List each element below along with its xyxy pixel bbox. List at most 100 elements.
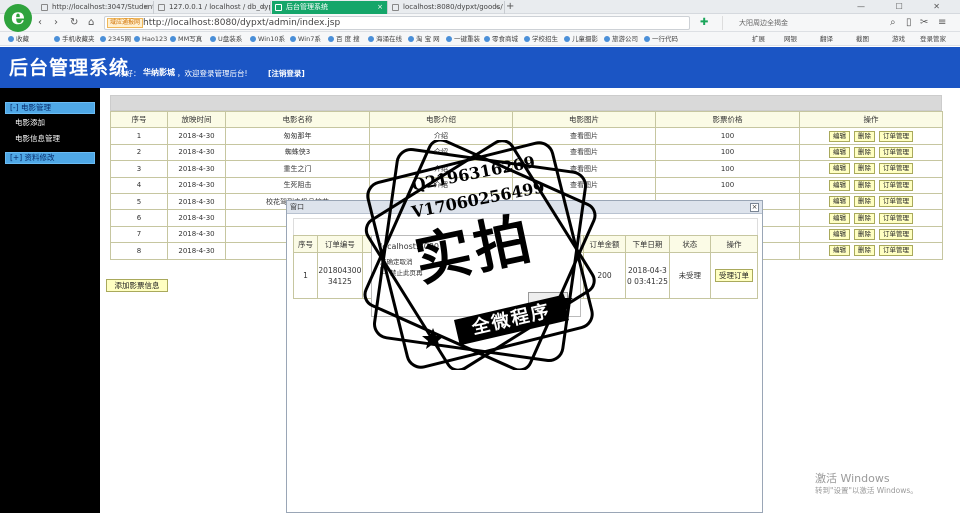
bookmark-item[interactable]: 收藏 — [8, 32, 29, 45]
col-header: 序号 — [292, 235, 319, 253]
browser-tab-bar: http://localhost:3047/StudentX × 127.0.0.… — [0, 0, 960, 14]
bookmark-item[interactable]: Hao123 — [134, 32, 167, 45]
browser-tab-4[interactable]: localhost:8080/dypxt/goods/× — [389, 1, 505, 14]
close-icon[interactable]: × — [750, 203, 759, 212]
order-manage-button[interactable]: 订单管理 — [879, 212, 913, 224]
toolbar-screenshot[interactable]: 截图 — [856, 32, 869, 45]
order-status: 未受理 — [668, 252, 711, 299]
close-icon[interactable]: × — [377, 1, 383, 14]
table-header-row: 序号 放映时间 电影名称 电影介绍 电影图片 影票价格 操作 — [110, 110, 943, 129]
phone-icon[interactable]: ▯ — [906, 16, 912, 30]
bookmark-item[interactable]: Win10系 — [250, 32, 285, 45]
close-icon[interactable]: × — [143, 1, 149, 14]
bookmark-item[interactable]: 淘 宝 网 — [408, 32, 440, 45]
row-id: 3 — [110, 160, 168, 178]
bookmark-item[interactable]: 零食商城 — [484, 32, 518, 45]
window-controls[interactable]: — ☐ ✕ — [857, 0, 954, 14]
browser-tab-2[interactable]: 127.0.0.1 / localhost / db_dypx × — [155, 1, 271, 14]
logout-link[interactable]: [注销登录] — [268, 68, 305, 79]
row-movie-name: 蜘蛛侠3 — [225, 143, 370, 162]
page-icon — [275, 4, 282, 11]
edit-button[interactable]: 编辑 — [829, 146, 850, 158]
order-manage-button[interactable]: 订单管理 — [879, 163, 913, 175]
search-input[interactable]: 大阳周边全揭金 — [722, 16, 890, 30]
url-input[interactable]: 域应通报网 http://localhost:8080/dypxt/admin/… — [104, 16, 690, 30]
search-icon[interactable]: ⌕ — [890, 16, 896, 30]
row-time: 2018-4-30 — [167, 176, 226, 194]
row-id: 4 — [110, 176, 168, 194]
toolbar-login[interactable]: 登录管家 — [920, 32, 946, 45]
back-icon[interactable]: ‹ — [38, 16, 42, 30]
browser-tab-1[interactable]: http://localhost:3047/StudentX × — [38, 1, 154, 14]
close-icon[interactable]: × — [260, 1, 266, 14]
col-header: 订单金额 — [582, 235, 627, 253]
menu-group-movie[interactable]: [-] 电影管理 — [5, 102, 95, 114]
row-price: 100 — [655, 160, 800, 178]
bookmark-item[interactable]: MM写真 — [170, 32, 202, 45]
delete-button[interactable]: 删除 — [854, 130, 875, 142]
edit-button[interactable]: 编辑 — [829, 245, 850, 257]
edit-button[interactable]: 编辑 — [829, 163, 850, 175]
plus-icon[interactable]: ✚ — [700, 16, 708, 30]
delete-button[interactable]: 删除 — [854, 228, 875, 240]
bookmark-item[interactable]: 儿童摄影 — [564, 32, 598, 45]
row-time: 2018-4-30 — [167, 127, 226, 145]
close-icon[interactable]: × — [494, 1, 500, 14]
col-header: 影票价格 — [655, 110, 800, 129]
page-icon — [41, 4, 48, 11]
order-date: 2018-04-30 03:41:25 — [625, 252, 670, 299]
reload-icon[interactable]: ↻ — [70, 16, 78, 30]
accept-order-button[interactable]: 受理订单 — [714, 269, 753, 282]
order-manage-button[interactable]: 订单管理 — [879, 196, 913, 208]
url-badge[interactable]: 域应通报网 — [107, 18, 144, 28]
bookmark-item[interactable]: 学校招生 — [524, 32, 558, 45]
order-manage-button[interactable]: 订单管理 — [879, 146, 913, 158]
row-id: 1 — [110, 127, 168, 145]
forward-icon[interactable]: › — [54, 16, 58, 30]
menu-icon[interactable]: ≡ — [938, 16, 946, 30]
toolbar-extension[interactable]: 扩展 — [752, 32, 765, 45]
row-actions: 编辑 删除 订单管理 — [799, 209, 943, 227]
confirm-checkbox[interactable] — [380, 267, 387, 274]
delete-button[interactable]: 删除 — [854, 212, 875, 224]
menu-item-movie-info[interactable]: 电影信息管理 — [15, 134, 60, 144]
menu-item-add-movie[interactable]: 电影添加 — [15, 118, 45, 128]
home-icon[interactable]: ⌂ — [88, 16, 94, 30]
delete-button[interactable]: 删除 — [854, 146, 875, 158]
bookmark-item[interactable]: 一键重装 — [446, 32, 480, 45]
edit-button[interactable]: 编辑 — [829, 179, 850, 191]
bookmark-item[interactable]: 一行代码 — [644, 32, 678, 45]
bookmark-item[interactable]: 海涌在线 — [368, 32, 402, 45]
order-manage-button[interactable]: 订单管理 — [879, 179, 913, 191]
edit-button[interactable]: 编辑 — [829, 212, 850, 224]
edit-button[interactable]: 编辑 — [829, 228, 850, 240]
bookmark-item[interactable]: 百 度 搜 — [328, 32, 360, 45]
order-manage-button[interactable]: 订单管理 — [879, 228, 913, 240]
delete-button[interactable]: 删除 — [854, 196, 875, 208]
menu-group-profile[interactable]: [+] 资料修改 — [5, 152, 95, 164]
url-text: http://localhost:8080/dypxt/admin/index.… — [143, 18, 341, 28]
bookmark-item[interactable]: Win7系 — [290, 32, 321, 45]
delete-button[interactable]: 删除 — [854, 245, 875, 257]
bookmark-item[interactable]: U盘装系 — [210, 32, 242, 45]
bookmark-item[interactable]: 2345网 — [100, 32, 131, 45]
cut-icon[interactable]: ✂ — [920, 16, 928, 30]
bookmark-item[interactable]: 手机收藏夹 — [54, 32, 95, 45]
order-manage-button[interactable]: 订单管理 — [879, 130, 913, 142]
row-intro[interactable]: 介绍 — [369, 143, 513, 162]
row-intro[interactable]: 介绍 — [369, 127, 513, 145]
row-actions: 编辑 删除 订单管理 — [799, 127, 943, 145]
row-image[interactable]: 查看图片 — [512, 127, 656, 145]
toolbar-translate[interactable]: 翻译 — [820, 32, 833, 45]
delete-button[interactable]: 删除 — [854, 179, 875, 191]
delete-button[interactable]: 删除 — [854, 163, 875, 175]
toolbar-game[interactable]: 游戏 — [892, 32, 905, 45]
toolbar-bank[interactable]: 网银 — [784, 32, 797, 45]
new-tab-button[interactable]: + — [506, 0, 514, 14]
order-manage-button[interactable]: 订单管理 — [879, 245, 913, 257]
edit-button[interactable]: 编辑 — [829, 196, 850, 208]
edit-button[interactable]: 编辑 — [829, 130, 850, 142]
browser-tab-3-active[interactable]: 后台管理系统 × — [272, 1, 388, 14]
add-movie-button[interactable]: 添加影票信息 — [106, 279, 168, 292]
bookmark-item[interactable]: 旅游公司 — [604, 32, 638, 45]
